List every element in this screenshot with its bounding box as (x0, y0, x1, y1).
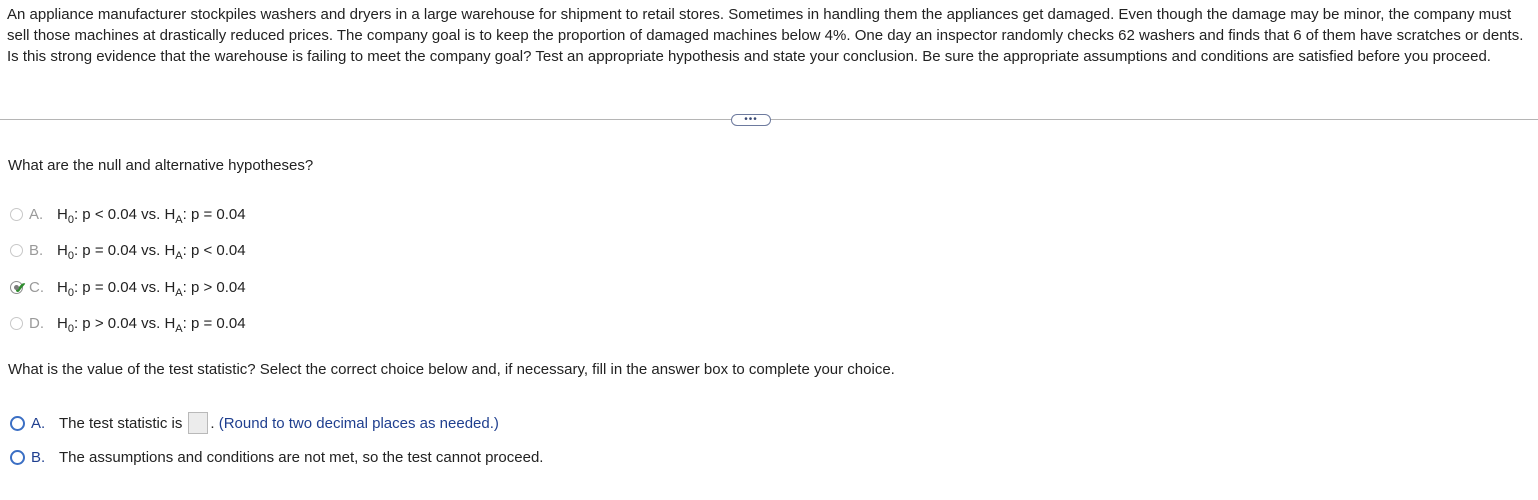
hypothesis-text: H0: p = 0.04 vs. HA: p > 0.04 (57, 278, 246, 299)
choice-text: The test statistic is (59, 414, 183, 432)
period-text: . (210, 414, 215, 432)
q2-choice-b[interactable]: B. The assumptions and conditions are no… (10, 446, 543, 468)
rounding-note: (Round to two decimal places as needed.) (218, 414, 499, 432)
q2-prompt: What is the value of the test statistic?… (8, 361, 895, 378)
q1-choice-c[interactable]: ✔ C. H0: p = 0.04 vs. HA: p > 0.04 (10, 276, 246, 298)
more-options-button[interactable]: ••• (731, 114, 771, 126)
q1-prompt: What are the null and alternative hypoth… (8, 157, 314, 174)
answer-input-box[interactable] (188, 412, 209, 434)
q2-choice-a[interactable]: A. The test statistic is . (Round to two… (10, 410, 499, 436)
hypothesis-text: H0: p > 0.04 vs. HA: p = 0.04 (57, 314, 246, 335)
checkmark-icon: ✔ (14, 279, 27, 297)
radio-button[interactable] (10, 316, 23, 330)
q1-choice-d[interactable]: D. H0: p > 0.04 vs. HA: p = 0.04 (10, 312, 246, 334)
hypothesis-text: H0: p < 0.04 vs. HA: p = 0.04 (57, 205, 246, 226)
choice-letter: C. (29, 278, 44, 296)
problem-statement: An appliance manufacturer stockpiles was… (7, 6, 1524, 65)
radio-button[interactable] (10, 243, 23, 257)
choice-letter: B. (31, 448, 46, 466)
radio-button-selected[interactable]: ✔ (10, 280, 27, 297)
choice-letter: D. (29, 314, 44, 332)
choice-letter: A. (31, 414, 46, 432)
choice-text: The assumptions and conditions are not m… (59, 448, 544, 466)
radio-button[interactable] (10, 415, 25, 431)
q1-choice-a[interactable]: A. H0: p < 0.04 vs. HA: p = 0.04 (10, 203, 246, 225)
q1-choice-b[interactable]: B. H0: p = 0.04 vs. HA: p < 0.04 (10, 239, 246, 261)
hypothesis-text: H0: p = 0.04 vs. HA: p < 0.04 (57, 241, 246, 262)
choice-letter: B. (29, 241, 44, 259)
choice-letter: A. (29, 205, 44, 223)
radio-button[interactable] (10, 449, 25, 465)
radio-button[interactable] (10, 207, 23, 221)
